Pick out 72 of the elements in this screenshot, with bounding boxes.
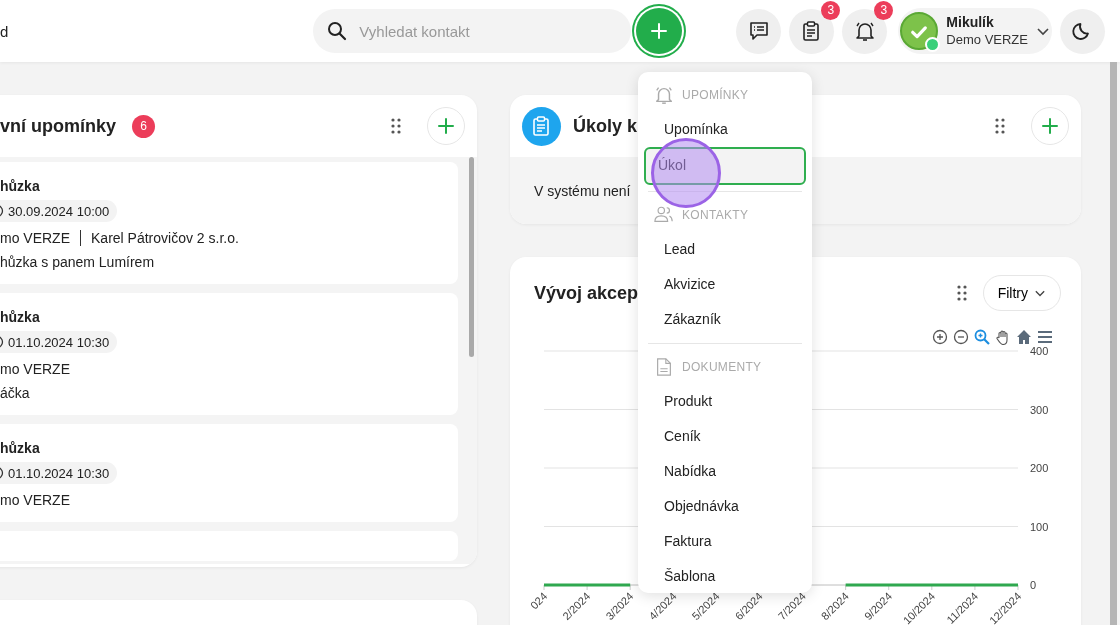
contact-name: mo VERZE — [0, 361, 70, 377]
hand-icon[interactable] — [995, 329, 1011, 345]
axis-tick-label: 024 — [527, 589, 550, 612]
count-badge: 3 — [874, 0, 894, 20]
zoom-out-icon[interactable] — [953, 329, 969, 345]
chart-title: Vývoj akcep — [534, 282, 639, 304]
chat-icon — [747, 20, 770, 42]
add-button[interactable] — [427, 107, 465, 145]
menu-item[interactable]: Objednávka — [644, 489, 806, 524]
axis-tick-label: 200 — [1030, 462, 1049, 474]
header-text: d — [0, 22, 9, 40]
reminder-time: 30.09.2024 10:00 — [8, 203, 110, 219]
reminder-card[interactable]: hůzka 01.10.2024 10:30 mo VERZE áčka — [0, 293, 458, 415]
drag-handle-icon — [956, 285, 967, 301]
menu-item[interactable]: Nabídka — [644, 454, 806, 489]
user-menu[interactable]: Mikulík Demo VERZE — [898, 8, 1053, 54]
menu-item[interactable]: Faktura — [644, 524, 806, 559]
add-button[interactable] — [636, 8, 683, 54]
menu-item[interactable]: Produkt — [644, 384, 806, 419]
axis-tick-label: 300 — [1030, 403, 1049, 416]
reminder-title: hůzka — [0, 440, 41, 456]
plus-icon — [1040, 116, 1060, 136]
reminder-time: 01.10.2024 10:30 — [8, 465, 110, 481]
axis-tick-label: 0 — [1030, 579, 1037, 591]
drag-handle-icon — [995, 118, 1005, 134]
bell-icon — [654, 85, 674, 105]
section-heading: KONTAKTY — [682, 208, 749, 222]
zoom-in-icon[interactable] — [932, 329, 948, 345]
home-icon[interactable] — [1016, 329, 1032, 345]
reminder-card[interactable]: hůzka 30.09.2024 10:00 mo VERZE Karel Pátrovičov 2 s.r.o. hůzka s panem Lumírem — [0, 162, 458, 284]
contact-name: mo VERZE — [0, 492, 70, 508]
contact-name: mo VERZE — [0, 230, 70, 246]
search-icon[interactable] — [974, 329, 990, 345]
reminder-time: 01.10.2024 10:30 — [8, 334, 110, 350]
scrollbar[interactable] — [1110, 62, 1117, 625]
clipboard-icon — [522, 106, 561, 146]
count-badge: 3 — [821, 0, 841, 20]
section-heading: DOKUMENTY — [682, 360, 762, 374]
drag-handle-icon — [391, 118, 401, 134]
panel-title: vní upomínky — [0, 115, 116, 137]
filter-button[interactable]: Filtry — [982, 275, 1061, 311]
reminder-note: áčka — [0, 385, 31, 401]
menu-icon[interactable] — [1037, 329, 1053, 345]
count-badge: 6 — [132, 114, 155, 138]
menu-item[interactable]: Akvizice — [644, 267, 806, 302]
document-icon — [654, 357, 674, 377]
scrollbar[interactable] — [469, 157, 474, 357]
menu-item[interactable]: Zákazník — [644, 302, 806, 337]
chevron-down-icon — [1036, 25, 1050, 37]
menu-item[interactable]: Upomínka — [644, 112, 806, 147]
section-heading: UPOMÍNKY — [682, 88, 749, 102]
empty-message: V systému není — [534, 183, 631, 199]
menu-item[interactable]: Ceník — [644, 419, 806, 454]
axis-tick-label: 400 — [1030, 345, 1049, 357]
user-org: Demo VERZE — [946, 31, 1028, 48]
reminder-card[interactable]: hůzka 01.10.2024 10:30 mo VERZE — [0, 424, 458, 522]
plus-icon — [436, 116, 456, 136]
chevron-down-icon — [1034, 288, 1046, 298]
menu-item[interactable]: Šablona — [644, 559, 806, 594]
plus-icon — [649, 21, 670, 41]
user-name: Mikulík — [946, 14, 995, 31]
panel-title: Úkoly k — [573, 115, 638, 137]
reminder-title: hůzka — [0, 178, 41, 194]
people-icon — [654, 205, 674, 225]
axis-tick-label: 100 — [1030, 520, 1049, 533]
bell-icon — [853, 20, 876, 42]
company-name: Karel Pátrovičov 2 s.r.o. — [91, 230, 239, 246]
menu-item[interactable]: Lead — [644, 232, 806, 267]
add-button[interactable] — [1031, 107, 1069, 145]
search-field[interactable]: Vyhledat kontakt — [313, 9, 632, 53]
reminder-note: hůzka s panem Lumírem — [0, 254, 156, 270]
reminder-title: hůzka — [0, 309, 41, 325]
